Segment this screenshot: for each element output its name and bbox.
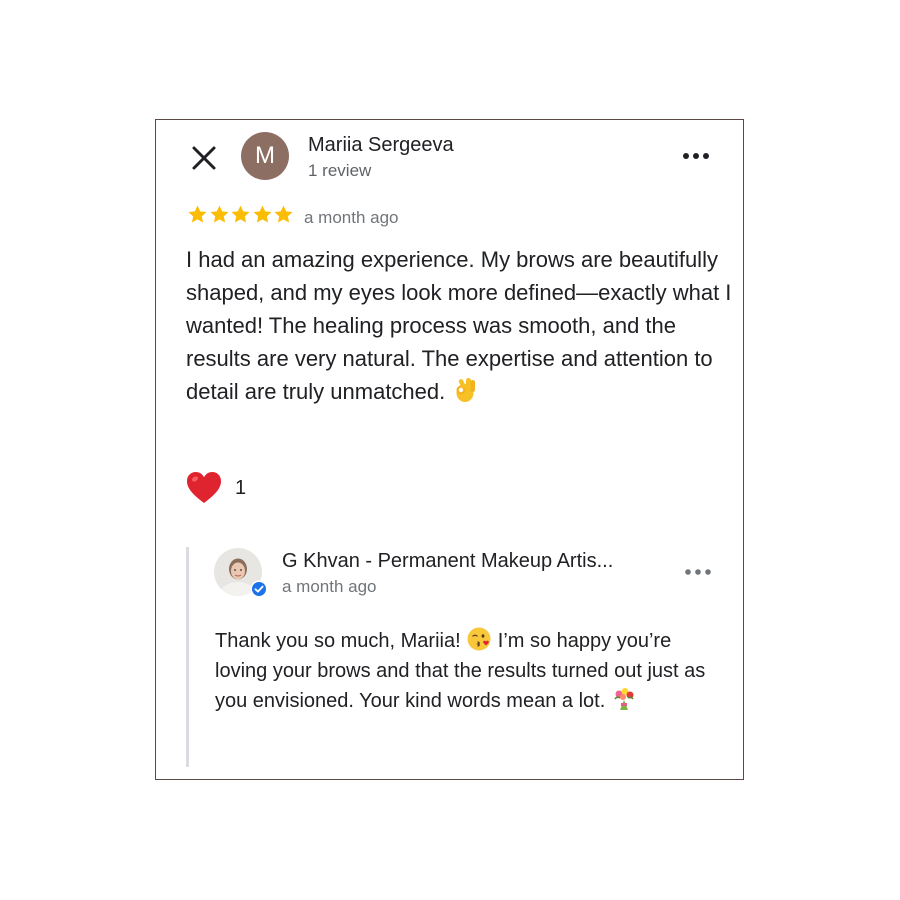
review-card: M Mariia Sergeeva 1 review a month ago I… (155, 119, 744, 780)
verified-badge-icon (250, 580, 268, 598)
star-icon (274, 205, 293, 223)
close-button[interactable] (188, 142, 220, 174)
reviewer-avatar[interactable]: M (241, 132, 289, 180)
reaction-count: 1 (235, 476, 247, 499)
reactions-row: 1 (186, 470, 246, 506)
owner-name[interactable]: G Khvan - Permanent Makeup Artis... (282, 550, 613, 573)
reply-more-options-button[interactable] (683, 561, 713, 583)
reviewer-name[interactable]: Mariia Sergeeva (308, 134, 454, 157)
bouquet-emoji (614, 688, 634, 710)
reply-text-part1: Thank you so much, Mariia! (215, 630, 461, 652)
kissing-face-emoji (467, 627, 491, 651)
owner-reply-timestamp: a month ago (282, 577, 377, 596)
avatar-letter: M (255, 142, 275, 169)
star-rating (187, 204, 295, 230)
star-icon (188, 205, 207, 223)
more-horizontal-icon (685, 569, 711, 575)
owner-avatar[interactable] (214, 548, 268, 598)
more-horizontal-icon (683, 153, 709, 159)
star-icon (231, 205, 250, 223)
owner-reply: G Khvan - Permanent Makeup Artis... a mo… (186, 547, 729, 767)
star-icon (209, 205, 229, 223)
heart-icon[interactable] (186, 471, 222, 505)
owner-reply-body: Thank you so much, Mariia! I’m so happy … (215, 626, 715, 716)
review-body: I had an amazing experience. My brows ar… (186, 243, 736, 408)
star-icon (252, 205, 272, 223)
reviewer-review-count[interactable]: 1 review (308, 161, 371, 181)
review-more-options-button[interactable] (680, 144, 712, 168)
close-icon (192, 146, 216, 170)
review-timestamp: a month ago (304, 208, 399, 227)
ok-hand-emoji (456, 378, 476, 402)
